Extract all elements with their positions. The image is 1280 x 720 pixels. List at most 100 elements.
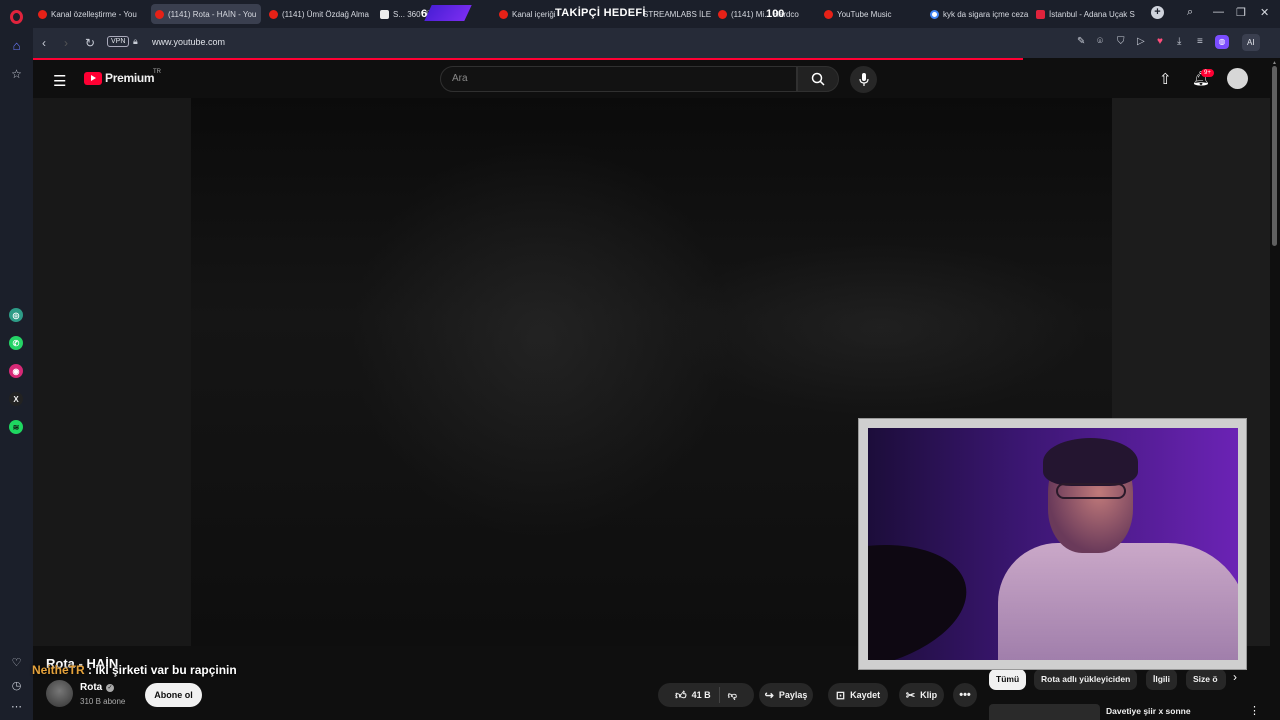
verified-icon: ✓: [106, 684, 114, 692]
scissors-icon: ✂: [905, 689, 916, 702]
more-actions-button[interactable]: •••: [953, 683, 977, 707]
reload-icon[interactable]: ↻: [85, 36, 95, 50]
amazon-icon: [380, 9, 389, 19]
home-icon[interactable]: ⌂: [9, 38, 24, 53]
search-input[interactable]: Ara: [440, 66, 797, 92]
minimize-icon[interactable]: —: [1213, 6, 1224, 18]
youtube-icon: [718, 9, 727, 19]
whatsapp-icon[interactable]: ✆: [9, 336, 23, 350]
bookmark-icon: ⊡: [835, 689, 846, 702]
webcam-person-glasses: [1056, 483, 1126, 499]
dislike-button[interactable]: 👎︎: [720, 690, 747, 701]
youtube-play-icon: [84, 71, 102, 85]
upload-icon[interactable]: ⇧: [1159, 70, 1172, 88]
instagram-icon[interactable]: ◉: [9, 364, 23, 378]
heart-icon[interactable]: ♡: [9, 655, 24, 670]
clip-button[interactable]: ✂ Klip: [899, 683, 944, 707]
scrollbar-thumb[interactable]: [1272, 66, 1277, 246]
notifications-badge: 9+: [1201, 69, 1214, 77]
opera-logo-icon[interactable]: [10, 10, 23, 24]
x-icon[interactable]: X: [9, 392, 23, 406]
tab-bar: Kanal özelleştirme - You (1141) Rota - H…: [33, 0, 1280, 28]
channel-avatar[interactable]: [46, 680, 73, 707]
webcam-arm-shape: [868, 526, 979, 660]
menu-icon[interactable]: ≡: [1197, 36, 1203, 47]
tab[interactable]: YouTube Music: [824, 4, 924, 24]
download-icon[interactable]: ⤓: [1177, 36, 1181, 47]
profile-icon[interactable]: ◍: [1215, 35, 1229, 49]
like-dislike-group: 👍︎ 41 B 👎︎: [658, 683, 754, 707]
search-button[interactable]: [797, 66, 839, 92]
like-count: 41 B: [691, 690, 711, 700]
ai-label: AI: [1247, 38, 1255, 47]
back-icon[interactable]: ‹: [42, 36, 46, 50]
search-icon: [811, 72, 825, 86]
obilet-icon: [1036, 9, 1045, 19]
more-icon[interactable]: ⋯: [9, 699, 24, 714]
chevron-right-icon[interactable]: ›: [1233, 670, 1237, 684]
close-icon[interactable]: ✕: [1260, 6, 1269, 19]
webcam-feed: [868, 428, 1238, 660]
chip-all[interactable]: Tümü: [989, 669, 1027, 690]
channel-name[interactable]: Rota: [80, 682, 102, 693]
shield-icon[interactable]: ⛉: [1117, 36, 1125, 47]
youtube-icon: [38, 9, 47, 19]
webcam-overlay: [858, 418, 1247, 670]
spotify-icon[interactable]: ≋: [9, 420, 23, 434]
tab[interactable]: STREAMLABS İLE: [643, 4, 718, 24]
lock-icon[interactable]: 🔒︎: [133, 36, 138, 47]
stream-goal-label: TAKİPÇİ HEDEFİ: [555, 7, 646, 19]
recommendation-title[interactable]: Davetiye şiir x sonne: [1106, 706, 1191, 716]
webcam-person-body: [998, 543, 1238, 660]
chip-for-you[interactable]: Size ö: [1186, 669, 1226, 690]
like-button[interactable]: 👍︎ 41 B: [665, 687, 720, 703]
subscribe-button[interactable]: Abone ol: [145, 683, 202, 707]
account-avatar[interactable]: [1227, 68, 1248, 89]
chat-overlay-message: NeitheTR : iki şirketi var bu rapçinin: [32, 663, 237, 677]
browser-sidebar: ⌂ ☆ ◎ ✆ ◉ X ≋ ♡ ◷ ⋯: [0, 0, 33, 720]
microphone-icon: [858, 72, 869, 86]
history-icon[interactable]: ◷: [9, 678, 24, 693]
youtube-logo[interactable]: Premium: [84, 71, 155, 85]
tab[interactable]: İstanbul - Adana Uçak S: [1036, 4, 1136, 24]
save-button[interactable]: ⊡ Kaydet: [828, 683, 888, 707]
new-tab-button[interactable]: +: [1151, 6, 1164, 19]
ai-button[interactable]: AI: [1242, 34, 1260, 51]
webcam-person: [988, 438, 1238, 660]
stream-goal-current: 6: [421, 8, 428, 20]
tab-active[interactable]: (1141) Rota - HAİN - You: [151, 4, 261, 24]
forward-icon[interactable]: ›: [64, 36, 68, 50]
share-label: Paylaş: [778, 690, 808, 700]
chip-related[interactable]: İlgili: [1146, 669, 1177, 690]
youtube-music-icon: [824, 9, 833, 19]
tab[interactable]: Kanal özelleştirme - You: [38, 4, 138, 24]
tab[interactable]: (1141) Ümit Özdağ Alma: [269, 4, 369, 24]
restore-icon[interactable]: ❐: [1236, 6, 1246, 19]
thumbs-up-icon: 👍︎: [675, 689, 687, 702]
stream-overlay-bar: [424, 5, 472, 21]
voice-search-button[interactable]: [850, 66, 877, 93]
brand-label: Premium: [105, 71, 155, 85]
search-icon[interactable]: ⌕: [1187, 6, 1193, 19]
chip-uploader[interactable]: Rota adlı yükleyiciden: [1034, 669, 1138, 690]
more-vertical-icon[interactable]: ⋮: [1249, 704, 1260, 717]
clip-label: Klip: [920, 690, 938, 700]
url-field[interactable]: www.youtube.com: [152, 37, 225, 47]
tab[interactable]: Kanal içeriği: [499, 4, 559, 24]
edit-icon[interactable]: ✎: [1077, 36, 1085, 47]
page-scrollbar[interactable]: ▲: [1270, 58, 1280, 720]
recommendation-thumbnail[interactable]: [989, 704, 1100, 720]
hamburger-menu-icon[interactable]: ☰: [53, 72, 66, 90]
region-code: TR: [153, 69, 161, 75]
play-icon[interactable]: ▷: [1137, 36, 1145, 47]
google-icon: [930, 9, 939, 19]
heart-icon[interactable]: ♥: [1157, 36, 1163, 47]
chatgpt-icon[interactable]: ◎: [9, 308, 23, 322]
address-bar-row: ‹ › ↻ VPN 🔒︎ www.youtube.com ✎ ⌾ ⛉ ▷ ♥ ⤓…: [33, 28, 1280, 58]
camera-icon[interactable]: ⌾: [1097, 36, 1103, 47]
youtube-icon: [155, 9, 164, 19]
share-button[interactable]: ↪ Paylaş: [759, 683, 813, 707]
tab[interactable]: kyk da sigara içme ceza: [930, 4, 1030, 24]
vpn-badge[interactable]: VPN: [107, 36, 130, 47]
star-icon[interactable]: ☆: [9, 66, 24, 81]
